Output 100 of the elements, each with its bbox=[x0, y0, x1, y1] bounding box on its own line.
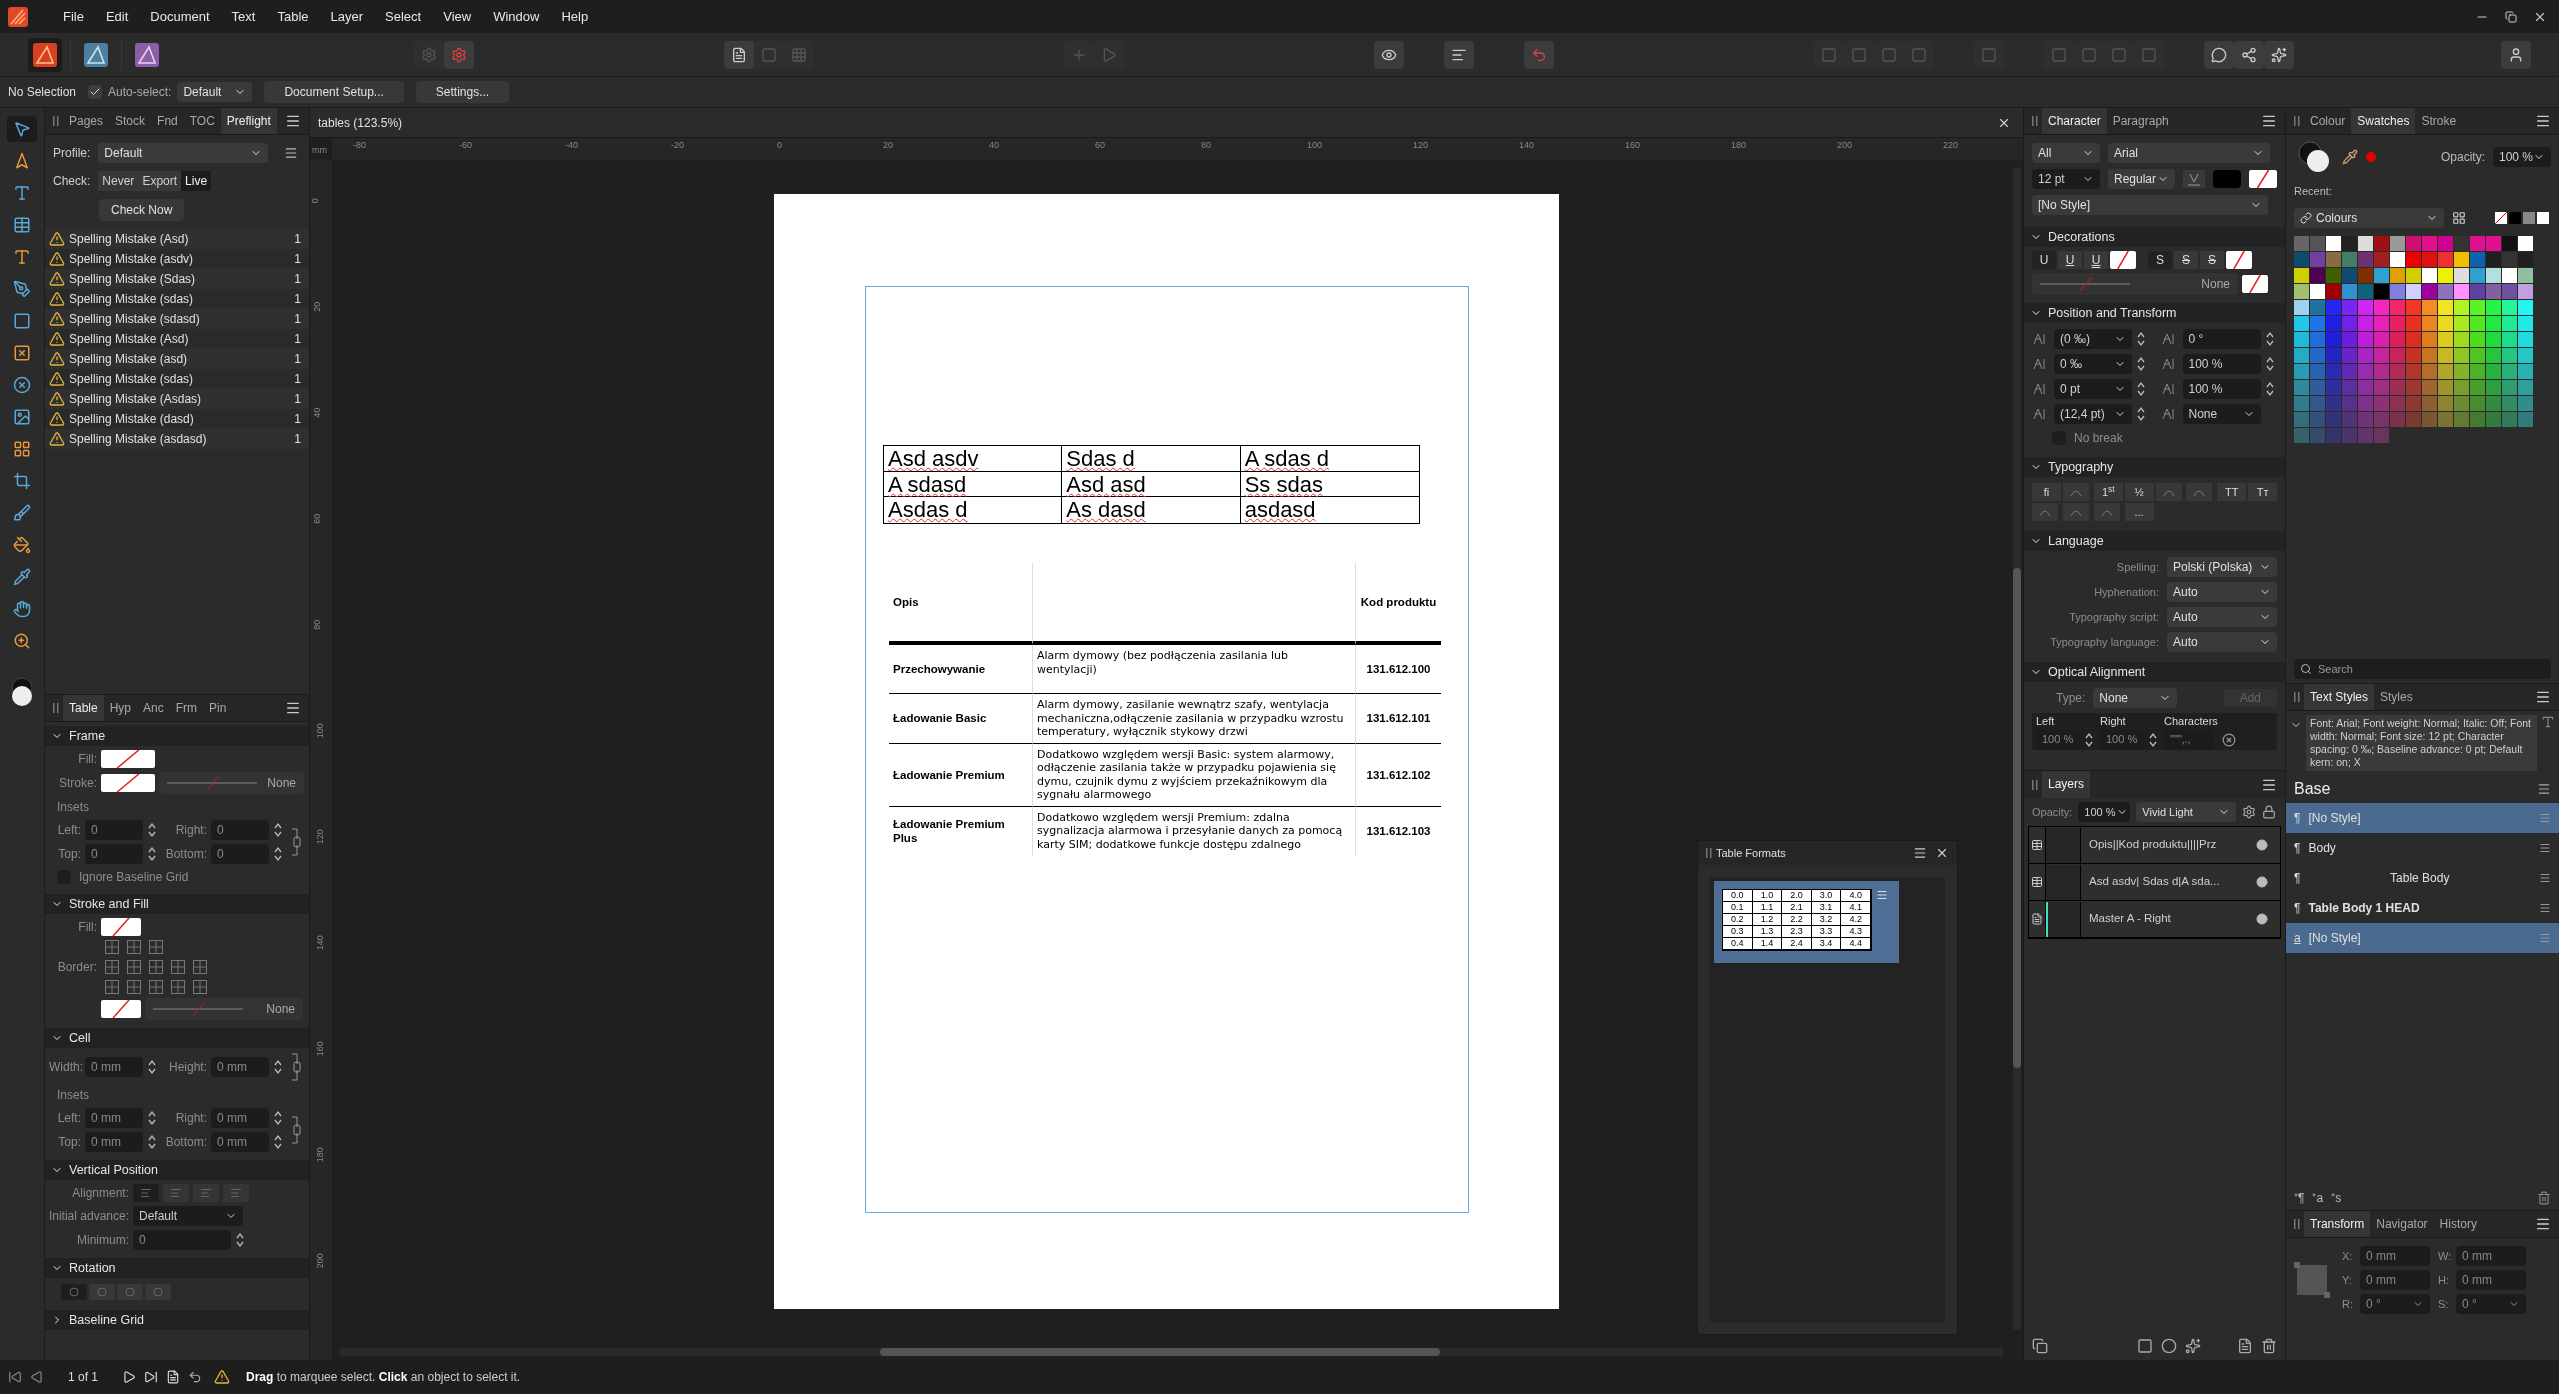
panel-tab[interactable]: Paragraph bbox=[2106, 108, 2175, 134]
input-field[interactable]: 0 bbox=[85, 820, 143, 840]
input-field[interactable]: 100 % bbox=[2182, 354, 2261, 374]
input-field[interactable]: 0 mm bbox=[85, 1132, 143, 1152]
menu-item[interactable]: Table bbox=[266, 6, 320, 27]
panel-tab[interactable]: Layers bbox=[2042, 771, 2091, 798]
input-field[interactable]: 0 mm bbox=[2456, 1246, 2526, 1266]
check-mode-option[interactable]: Never bbox=[98, 171, 139, 191]
section-header[interactable]: Language bbox=[2024, 531, 2285, 551]
section-header[interactable]: Typography bbox=[2024, 457, 2285, 477]
menu-item[interactable]: Text bbox=[220, 6, 267, 27]
typography-button[interactable]: Tт bbox=[2248, 483, 2277, 501]
language-dropdown[interactable]: Polski (Polska) bbox=[2167, 557, 2277, 577]
font-weight-dropdown[interactable]: Regular bbox=[2108, 169, 2176, 189]
panel-tab[interactable]: Pin bbox=[203, 695, 233, 721]
menu-item[interactable]: Select bbox=[374, 6, 433, 27]
text-style-row[interactable]: ¶ [No Style] bbox=[2286, 803, 2559, 833]
stroke-style-field[interactable]: None bbox=[2032, 273, 2238, 295]
input-field[interactable]: 0 bbox=[211, 820, 269, 840]
initial-advance-dropdown[interactable]: Default bbox=[133, 1206, 243, 1226]
input-field[interactable]: 0 ° bbox=[2456, 1294, 2526, 1314]
section-header[interactable]: Rotation bbox=[45, 1258, 309, 1278]
menu-item[interactable]: Window bbox=[482, 6, 551, 27]
input-field[interactable]: 0 mm bbox=[211, 1108, 269, 1128]
language-dropdown[interactable]: Auto bbox=[2167, 582, 2277, 602]
input-field[interactable]: 0 mm bbox=[211, 1057, 269, 1077]
input-field[interactable]: 100 % bbox=[2182, 379, 2261, 399]
panel-tab[interactable]: Preflight bbox=[220, 108, 277, 134]
panel-tab[interactable]: Transform bbox=[2304, 1211, 2371, 1237]
menu-item[interactable]: Layer bbox=[319, 6, 375, 27]
input-field[interactable]: 0 mm bbox=[2456, 1270, 2526, 1290]
panel-tab[interactable]: History bbox=[2433, 1211, 2483, 1237]
style-action[interactable]: ⁺s bbox=[2331, 1189, 2342, 1207]
text-style-row[interactable]: a [No Style] bbox=[2286, 923, 2559, 953]
input-field[interactable]: 100 % bbox=[2100, 729, 2144, 750]
menu-item[interactable]: Edit bbox=[94, 6, 140, 27]
input-field[interactable]: 0 mm bbox=[211, 1132, 269, 1152]
decoration-button[interactable]: U bbox=[2058, 251, 2082, 269]
panel-tab[interactable]: Text Styles bbox=[2304, 684, 2375, 710]
palette-dropdown[interactable]: Colours bbox=[2294, 207, 2444, 228]
character-style-dropdown[interactable]: [No Style] bbox=[2032, 195, 2268, 215]
panel-tab[interactable]: Table bbox=[63, 695, 104, 721]
style-action[interactable]: ⁺¶ bbox=[2294, 1189, 2305, 1207]
menu-item[interactable]: Help bbox=[550, 6, 600, 27]
section-header[interactable]: Cell bbox=[45, 1028, 309, 1048]
panel-tab[interactable]: Character bbox=[2042, 108, 2107, 134]
preflight-issue-row[interactable]: Spelling Mistake (Asdas) 1 bbox=[45, 389, 309, 409]
stroke-style-field[interactable]: None bbox=[159, 772, 304, 794]
typography-button[interactable]: TT bbox=[2217, 483, 2247, 501]
decoration-button[interactable]: S bbox=[2200, 251, 2224, 269]
blend-mode-dropdown[interactable]: Vivid Light bbox=[2136, 802, 2237, 822]
panel-tab[interactable]: TOC bbox=[183, 108, 221, 134]
font-dropdown[interactable]: Arial bbox=[2108, 143, 2270, 163]
scope-dropdown[interactable]: All bbox=[2032, 143, 2100, 163]
panel-tab[interactable]: Stock bbox=[109, 108, 152, 134]
preflight-issue-row[interactable]: Spelling Mistake (asd) 1 bbox=[45, 349, 309, 369]
panel-tab[interactable]: Stroke bbox=[2415, 108, 2463, 134]
typography-button[interactable]: ½ bbox=[2124, 483, 2154, 501]
input-field[interactable]: 0 ° bbox=[2360, 1294, 2430, 1314]
input-field[interactable]: 0 mm bbox=[2360, 1246, 2430, 1266]
preflight-issue-row[interactable]: Spelling Mistake (Sdas) 1 bbox=[45, 269, 309, 289]
typography-button[interactable]: fi bbox=[2032, 483, 2061, 501]
input-field[interactable]: 0 mm bbox=[85, 1057, 143, 1077]
input-field[interactable]: (12,4 pt) bbox=[2054, 404, 2132, 424]
input-field[interactable]: (0 ‰) bbox=[2054, 329, 2132, 349]
section-header[interactable]: Decorations bbox=[2024, 227, 2285, 247]
language-dropdown[interactable]: Auto bbox=[2167, 607, 2277, 627]
input-field[interactable]: 0 ‰ bbox=[2054, 354, 2132, 374]
section-header[interactable]: Optical Alignment bbox=[2024, 662, 2285, 682]
input-field[interactable]: 0 bbox=[133, 1230, 231, 1250]
table-format-thumbnail[interactable]: 0.0 1.0 2.0 3.0 4.0 0.1 1.1 2.1 3.1 4.1 0.2 1.2 2.2 3.2 4.2 0.3 1.3 2.3 3.3 4.3 0.4 1.4 2.4 3.4 4.4 bbox=[1714, 881, 1899, 963]
input-field[interactable]: 0 mm bbox=[2360, 1270, 2430, 1290]
profile-dropdown[interactable]: Default bbox=[98, 143, 269, 163]
panel-tab[interactable]: Fnd bbox=[151, 108, 184, 134]
section-header[interactable]: Position and Transform bbox=[2024, 303, 2285, 323]
menu-item[interactable]: Document bbox=[139, 6, 221, 27]
opacity-field[interactable]: 100 % bbox=[2078, 802, 2131, 822]
type-dropdown[interactable]: None bbox=[2093, 688, 2178, 708]
input-field[interactable]: None bbox=[2182, 404, 2261, 424]
check-mode-option[interactable]: Export bbox=[138, 171, 182, 191]
menu-item[interactable]: File bbox=[52, 6, 95, 27]
context-button[interactable]: Document Setup... bbox=[264, 81, 404, 103]
style-action[interactable]: ⁺a bbox=[2312, 1189, 2324, 1207]
preflight-issue-row[interactable]: Spelling Mistake (Asd) 1 bbox=[45, 229, 309, 249]
check-now-button[interactable]: Check Now bbox=[99, 199, 185, 221]
decoration-button[interactable]: U bbox=[2032, 251, 2056, 269]
section-header[interactable]: Frame bbox=[45, 726, 309, 746]
typography-button[interactable]: ... bbox=[2124, 503, 2154, 521]
opacity-field[interactable]: 100 % bbox=[2493, 147, 2551, 167]
search-field[interactable]: Search bbox=[2294, 659, 2551, 679]
auto-select-dropdown[interactable]: Default bbox=[177, 82, 253, 102]
panel-tab[interactable]: Pages bbox=[63, 108, 110, 134]
panel-tab[interactable]: Styles bbox=[2374, 684, 2419, 710]
preflight-issue-row[interactable]: Spelling Mistake (sdasd) 1 bbox=[45, 309, 309, 329]
panel-tab[interactable]: Frm bbox=[169, 695, 204, 721]
input-field[interactable]: 0 pt bbox=[2054, 379, 2132, 399]
font-size-field[interactable]: 12 pt bbox=[2032, 169, 2100, 189]
input-field[interactable]: 0 mm bbox=[85, 1108, 143, 1128]
input-field[interactable]: 0 bbox=[211, 844, 269, 864]
panel-tab[interactable]: Hyp bbox=[103, 695, 138, 721]
